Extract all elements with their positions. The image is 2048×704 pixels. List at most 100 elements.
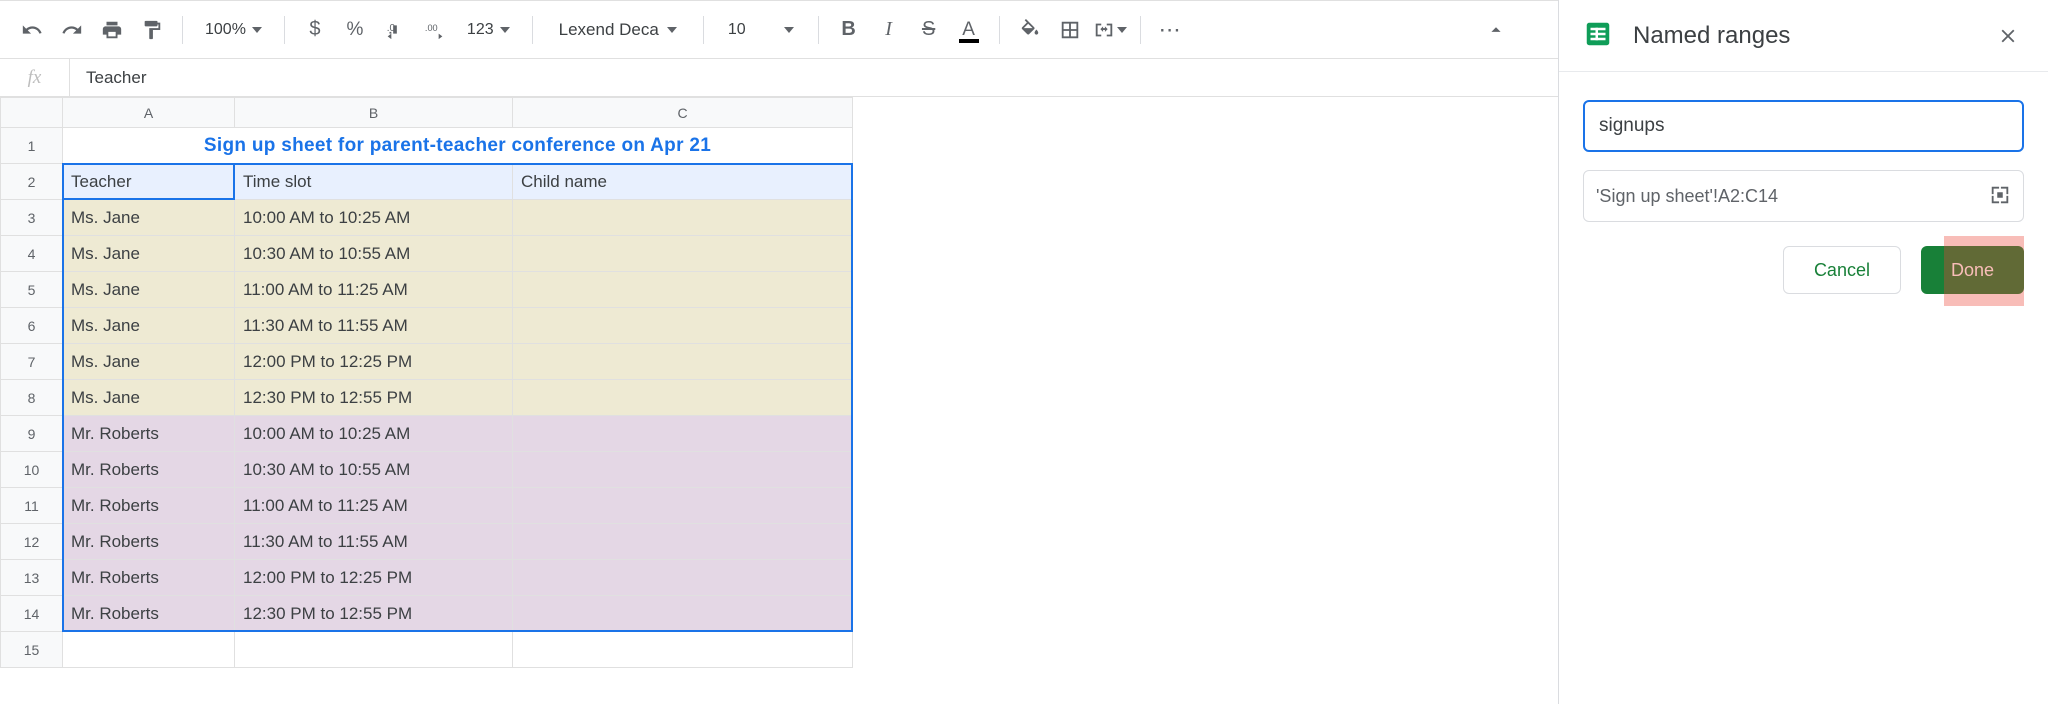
row-header-4[interactable]: 4	[1, 236, 63, 272]
row-header-3[interactable]: 3	[1, 200, 63, 236]
cell-b3[interactable]: 10:00 AM to 10:25 AM	[235, 200, 513, 236]
cell-c5[interactable]	[513, 272, 853, 308]
cell-c14[interactable]	[513, 596, 853, 632]
cell-c11[interactable]	[513, 488, 853, 524]
formula-input[interactable]: Teacher	[70, 68, 1558, 88]
row-header-8[interactable]: 8	[1, 380, 63, 416]
cell-c4[interactable]	[513, 236, 853, 272]
cell-c7[interactable]	[513, 344, 853, 380]
row-header-9[interactable]: 9	[1, 416, 63, 452]
column-header-b[interactable]: B	[235, 98, 513, 128]
merge-cells-button[interactable]	[1092, 12, 1128, 48]
cell-b9[interactable]: 10:00 AM to 10:25 AM	[235, 416, 513, 452]
cell-b12[interactable]: 11:30 AM to 11:55 AM	[235, 524, 513, 560]
cell-c6[interactable]	[513, 308, 853, 344]
cell-b8[interactable]: 12:30 PM to 12:55 PM	[235, 380, 513, 416]
bold-button[interactable]: B	[831, 12, 867, 48]
cell-a4[interactable]: Ms. Jane	[63, 236, 235, 272]
cell-a11[interactable]: Mr. Roberts	[63, 488, 235, 524]
undo-button[interactable]	[14, 12, 50, 48]
row-header-1[interactable]: 1	[1, 128, 63, 164]
row-header-6[interactable]: 6	[1, 308, 63, 344]
cell-b15[interactable]	[235, 632, 513, 668]
column-header-a[interactable]: A	[63, 98, 235, 128]
decrease-decimal-button[interactable]: .0	[377, 12, 413, 48]
cancel-button[interactable]: Cancel	[1783, 246, 1901, 294]
cell-c8[interactable]	[513, 380, 853, 416]
chevron-down-icon	[784, 27, 794, 33]
font-select[interactable]: Lexend Deca	[545, 20, 691, 40]
close-sidebar-button[interactable]	[1992, 20, 2024, 52]
fill-color-button[interactable]	[1012, 12, 1048, 48]
borders-button[interactable]	[1052, 12, 1088, 48]
row-header-13[interactable]: 13	[1, 560, 63, 596]
cell-c15[interactable]	[513, 632, 853, 668]
cell-b11[interactable]: 11:00 AM to 11:25 AM	[235, 488, 513, 524]
increase-decimal-button[interactable]: .00	[417, 12, 453, 48]
row-header-10[interactable]: 10	[1, 452, 63, 488]
column-header-c[interactable]: C	[513, 98, 853, 128]
formula-bar: fx Teacher	[0, 59, 1558, 97]
cell-a15[interactable]	[63, 632, 235, 668]
more-tools-button[interactable]: ⋯	[1153, 12, 1189, 48]
cell-b4[interactable]: 10:30 AM to 10:55 AM	[235, 236, 513, 272]
cell-b5[interactable]: 11:00 AM to 11:25 AM	[235, 272, 513, 308]
cell-c12[interactable]	[513, 524, 853, 560]
range-reference-input[interactable]: 'Sign up sheet'!A2:C14	[1583, 170, 2024, 222]
redo-button[interactable]	[54, 12, 90, 48]
select-all-corner[interactable]	[1, 98, 63, 128]
spreadsheet-grid[interactable]: ABC 1Sign up sheet for parent-teacher con…	[0, 97, 1558, 704]
cell-a12[interactable]: Mr. Roberts	[63, 524, 235, 560]
cell-c2[interactable]: Child name	[513, 164, 853, 200]
cell-a1[interactable]: Sign up sheet for parent-teacher confere…	[63, 128, 853, 164]
cell-a8[interactable]: Ms. Jane	[63, 380, 235, 416]
cell-b6[interactable]: 11:30 AM to 11:55 AM	[235, 308, 513, 344]
paint-format-button[interactable]	[134, 12, 170, 48]
cell-a13[interactable]: Mr. Roberts	[63, 560, 235, 596]
select-range-icon[interactable]	[1989, 184, 2011, 209]
italic-button[interactable]: I	[871, 12, 907, 48]
currency-button[interactable]: $	[297, 12, 333, 48]
cell-a14[interactable]: Mr. Roberts	[63, 596, 235, 632]
cell-a5[interactable]: Ms. Jane	[63, 272, 235, 308]
cell-b10[interactable]: 10:30 AM to 10:55 AM	[235, 452, 513, 488]
range-name-input[interactable]	[1583, 100, 2024, 152]
cell-a6[interactable]: Ms. Jane	[63, 308, 235, 344]
row-header-2[interactable]: 2	[1, 164, 63, 200]
percent-button[interactable]: %	[337, 12, 373, 48]
number-format-select[interactable]: 123	[457, 21, 520, 39]
row-header-12[interactable]: 12	[1, 524, 63, 560]
fx-icon: fx	[0, 59, 70, 96]
row-header-14[interactable]: 14	[1, 596, 63, 632]
cell-c3[interactable]	[513, 200, 853, 236]
row-header-15[interactable]: 15	[1, 632, 63, 668]
cell-b7[interactable]: 12:00 PM to 12:25 PM	[235, 344, 513, 380]
row-header-11[interactable]: 11	[1, 488, 63, 524]
row-header-7[interactable]: 7	[1, 344, 63, 380]
cell-c10[interactable]	[513, 452, 853, 488]
print-button[interactable]	[94, 12, 130, 48]
collapse-toolbar-button[interactable]	[1478, 12, 1514, 48]
cell-a7[interactable]: Ms. Jane	[63, 344, 235, 380]
svg-text:.00: .00	[425, 22, 438, 32]
chevron-down-icon	[500, 27, 510, 33]
toolbar: 100% $ % .0 .00 123 Lexend Deca 10 B I S…	[0, 1, 1558, 59]
strikethrough-button[interactable]: S	[911, 12, 947, 48]
cell-a3[interactable]: Ms. Jane	[63, 200, 235, 236]
text-color-button[interactable]: A	[951, 12, 987, 48]
svg-text:.0: .0	[387, 22, 396, 33]
cell-b13[interactable]: 12:00 PM to 12:25 PM	[235, 560, 513, 596]
row-header-5[interactable]: 5	[1, 272, 63, 308]
cell-b2[interactable]: Time slot	[235, 164, 513, 200]
named-ranges-sidebar: Named ranges 'Sign up sheet'!A2:C14 Canc…	[1558, 0, 2048, 704]
font-size-select[interactable]: 10	[716, 21, 806, 39]
cell-c9[interactable]	[513, 416, 853, 452]
done-button[interactable]: Done	[1921, 246, 2024, 294]
cell-a10[interactable]: Mr. Roberts	[63, 452, 235, 488]
cell-a9[interactable]: Mr. Roberts	[63, 416, 235, 452]
cell-c13[interactable]	[513, 560, 853, 596]
zoom-select[interactable]: 100%	[195, 21, 272, 39]
cell-b14[interactable]: 12:30 PM to 12:55 PM	[235, 596, 513, 632]
sheets-icon	[1583, 19, 1613, 52]
cell-a2[interactable]: Teacher	[63, 164, 235, 200]
